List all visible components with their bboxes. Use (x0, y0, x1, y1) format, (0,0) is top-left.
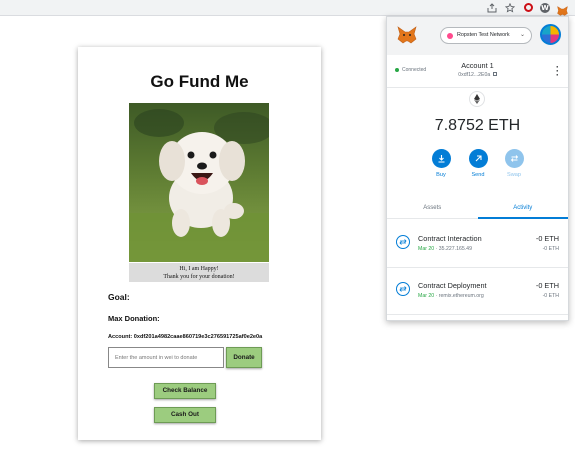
w-extension-icon[interactable]: W (540, 3, 550, 13)
account-avatar[interactable] (540, 24, 561, 45)
transaction-subtitle: Mar 20 · remix.ethereum.org (418, 293, 484, 299)
transaction-origin: remix.ethereum.org (438, 293, 484, 299)
dog-photo (129, 103, 269, 262)
send-button[interactable]: Send (461, 149, 495, 178)
transaction-amount: -0 ETH (535, 281, 559, 290)
swap-icon (504, 149, 524, 168)
account-address-short[interactable]: 0xdf12...2E0a (387, 72, 568, 78)
transaction-date: Mar 20 (418, 293, 435, 299)
chevron-down-icon: ⌄ (519, 32, 525, 38)
metamask-logo-icon[interactable] (397, 26, 417, 49)
download-icon (431, 149, 451, 168)
network-dot-icon (447, 33, 453, 39)
network-selector[interactable]: Ropsten Test Network ⌄ (440, 27, 532, 44)
transaction-origin: 35.227.165.49 (438, 246, 472, 252)
browser-toolbar: W (0, 0, 575, 16)
photo-caption: Hi, I am Happy! Thank you for your donat… (129, 263, 269, 282)
transaction-amount: -0 ETH (535, 234, 559, 243)
kebab-menu-icon[interactable]: · · · (556, 63, 559, 80)
check-balance-button[interactable]: Check Balance (154, 383, 216, 399)
tab-activity[interactable]: Activity (477, 198, 568, 219)
arrow-up-right-icon (468, 149, 488, 168)
opera-icon[interactable] (524, 3, 534, 13)
donation-amount-input[interactable] (108, 347, 224, 368)
donation-card: Go Fund Me Hi, I am Happy! Thank you for… (78, 47, 321, 440)
swap-label: Swap (507, 172, 521, 178)
share-icon[interactable] (487, 3, 497, 13)
cash-out-button[interactable]: Cash Out (154, 407, 216, 423)
network-label: Ropsten Test Network (457, 32, 510, 38)
transaction-item[interactable]: Contract Deployment Mar 20 · remix.ether… (387, 269, 568, 315)
contract-deployment-icon (396, 282, 410, 296)
transaction-amount-fiat: -0 ETH (542, 293, 559, 299)
donate-button[interactable]: Donate (226, 347, 262, 368)
caption-line-2: Thank you for your donation! (163, 274, 235, 280)
account-address: Account: 0xdf201a4982caae860719e3c276591… (108, 334, 263, 340)
ethereum-icon (469, 91, 485, 107)
page-title: Go Fund Me (150, 72, 249, 91)
transaction-subtitle: Mar 20 · 35.227.165.49 (418, 246, 472, 252)
transaction-date: Mar 20 (418, 246, 435, 252)
eth-balance: 7.8752 ETH (434, 117, 521, 134)
buy-button[interactable]: Buy (424, 149, 458, 178)
metamask-header: Ropsten Test Network ⌄ (387, 17, 568, 55)
contract-interaction-icon (396, 235, 410, 249)
transaction-title: Contract Interaction (418, 234, 482, 243)
tab-bar: Assets Activity (387, 198, 568, 219)
star-icon[interactable] (505, 3, 515, 13)
metamask-popup: Ropsten Test Network ⌄ Connected Account… (386, 16, 569, 321)
max-donation-label: Max Donation: (108, 314, 160, 323)
goal-label: Goal: (108, 292, 130, 302)
buy-label: Buy (436, 172, 446, 178)
send-label: Send (471, 172, 485, 178)
tab-assets[interactable]: Assets (387, 198, 478, 219)
swap-button[interactable]: Swap (497, 149, 531, 178)
account-bar: Connected Account 1 0xdf12...2E0a · · · (387, 55, 568, 88)
transaction-amount-fiat: -0 ETH (542, 246, 559, 252)
account-name: Account 1 (461, 61, 494, 70)
transaction-item[interactable]: Contract Interaction Mar 20 · 35.227.165… (387, 222, 568, 268)
transaction-title: Contract Deployment (418, 281, 487, 290)
metamask-fox-icon[interactable] (557, 3, 568, 16)
copy-icon (492, 72, 497, 76)
caption-line-1: Hi, I am Happy! (179, 266, 219, 272)
